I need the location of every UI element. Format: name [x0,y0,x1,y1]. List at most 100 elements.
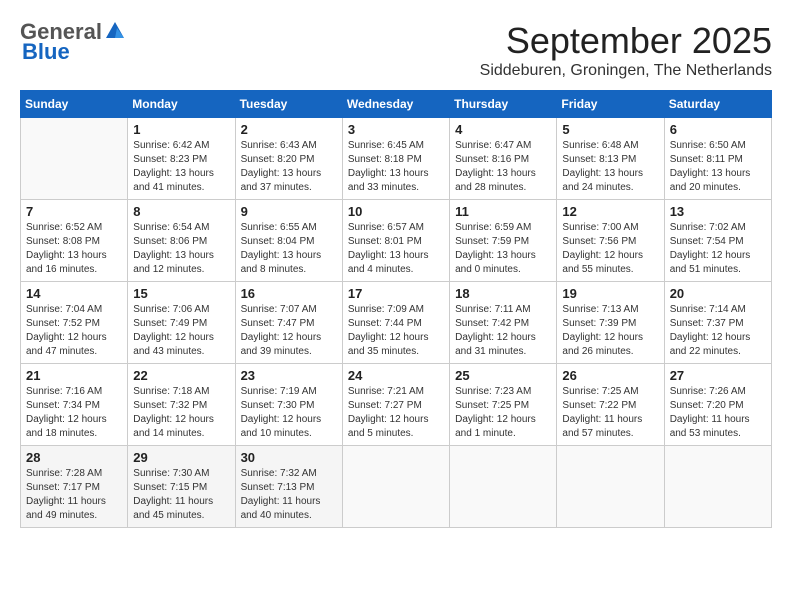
calendar-cell: 23Sunrise: 7:19 AM Sunset: 7:30 PM Dayli… [235,364,342,446]
weekday-header-monday: Monday [128,91,235,118]
calendar-cell: 17Sunrise: 7:09 AM Sunset: 7:44 PM Dayli… [342,282,449,364]
day-number: 18 [455,286,551,301]
day-number: 15 [133,286,229,301]
day-number: 11 [455,204,551,219]
calendar-cell [450,446,557,528]
calendar-cell: 3 Sunrise: 6:45 AM Sunset: 8:18 PM Daylig… [342,118,449,200]
day-info: Sunrise: 6:42 AM Sunset: 8:23 PM Dayligh… [133,139,229,195]
calendar-cell [664,446,771,528]
header: General Blue September 2025 Siddeburen, … [20,20,772,80]
calendar-cell [342,446,449,528]
day-number: 29 [133,450,229,465]
weekday-header-thursday: Thursday [450,91,557,118]
day-number: 27 [670,368,766,383]
day-number: 21 [26,368,122,383]
day-number: 26 [562,368,658,383]
calendar-cell: 8Sunrise: 6:54 AM Sunset: 8:06 PM Daylig… [128,200,235,282]
calendar-week-1: 1 Sunrise: 6:42 AM Sunset: 8:23 PM Daylig… [21,118,772,200]
day-info: Sunrise: 7:18 AM Sunset: 7:32 PM Dayligh… [133,385,229,441]
day-info: Sunrise: 6:43 AM Sunset: 8:20 PM Dayligh… [241,139,337,195]
calendar-cell: 11 Sunrise: 6:59 AM Sunset: 7:59 PM Dayli… [450,200,557,282]
day-number: 17 [348,286,444,301]
calendar-week-2: 7 Sunrise: 6:52 AM Sunset: 8:08 PM Daylig… [21,200,772,282]
weekday-header-friday: Friday [557,91,664,118]
month-year: September 2025 [480,20,772,62]
calendar-cell [557,446,664,528]
day-info: Sunrise: 7:11 AM Sunset: 7:42 PM Dayligh… [455,303,551,359]
day-info: Sunrise: 6:52 AM Sunset: 8:08 PM Dayligh… [26,221,122,277]
weekday-header-saturday: Saturday [664,91,771,118]
day-info: Sunrise: 7:06 AM Sunset: 7:49 PM Dayligh… [133,303,229,359]
day-info: Sunrise: 6:59 AM Sunset: 7:59 PM Dayligh… [455,221,551,277]
day-info: Sunrise: 7:32 AM Sunset: 7:13 PM Dayligh… [241,467,337,523]
calendar-week-4: 21 Sunrise: 7:16 AM Sunset: 7:34 PM Dayli… [21,364,772,446]
day-number: 25 [455,368,551,383]
calendar-cell: 24 Sunrise: 7:21 AM Sunset: 7:27 PM Dayli… [342,364,449,446]
calendar-cell: 13 Sunrise: 7:02 AM Sunset: 7:54 PM Dayli… [664,200,771,282]
day-number: 30 [241,450,337,465]
calendar-cell: 28 Sunrise: 7:28 AM Sunset: 7:17 PM Dayli… [21,446,128,528]
day-info: Sunrise: 7:02 AM Sunset: 7:54 PM Dayligh… [670,221,766,277]
day-info: Sunrise: 7:14 AM Sunset: 7:37 PM Dayligh… [670,303,766,359]
calendar-cell: 16Sunrise: 7:07 AM Sunset: 7:47 PM Dayli… [235,282,342,364]
day-info: Sunrise: 7:07 AM Sunset: 7:47 PM Dayligh… [241,303,337,359]
calendar-cell: 15 Sunrise: 7:06 AM Sunset: 7:49 PM Dayli… [128,282,235,364]
location: Siddeburen, Groningen, The Netherlands [480,62,772,80]
day-info: Sunrise: 7:30 AM Sunset: 7:15 PM Dayligh… [133,467,229,523]
calendar-cell: 9Sunrise: 6:55 AM Sunset: 8:04 PM Daylig… [235,200,342,282]
day-info: Sunrise: 7:21 AM Sunset: 7:27 PM Dayligh… [348,385,444,441]
day-number: 20 [670,286,766,301]
calendar-cell: 18 Sunrise: 7:11 AM Sunset: 7:42 PM Dayli… [450,282,557,364]
calendar-cell: 25 Sunrise: 7:23 AM Sunset: 7:25 PM Dayli… [450,364,557,446]
day-info: Sunrise: 7:28 AM Sunset: 7:17 PM Dayligh… [26,467,122,523]
calendar-cell: 12Sunrise: 7:00 AM Sunset: 7:56 PM Dayli… [557,200,664,282]
day-info: Sunrise: 7:13 AM Sunset: 7:39 PM Dayligh… [562,303,658,359]
day-info: Sunrise: 7:16 AM Sunset: 7:34 PM Dayligh… [26,385,122,441]
day-info: Sunrise: 7:04 AM Sunset: 7:52 PM Dayligh… [26,303,122,359]
day-number: 13 [670,204,766,219]
day-info: Sunrise: 7:25 AM Sunset: 7:22 PM Dayligh… [562,385,658,441]
weekday-header-wednesday: Wednesday [342,91,449,118]
calendar-cell: 30 Sunrise: 7:32 AM Sunset: 7:13 PM Dayli… [235,446,342,528]
day-number: 5 [562,122,658,137]
weekday-header-sunday: Sunday [21,91,128,118]
day-number: 4 [455,122,551,137]
calendar-cell: 1 Sunrise: 6:42 AM Sunset: 8:23 PM Daylig… [128,118,235,200]
calendar-cell: 6Sunrise: 6:50 AM Sunset: 8:11 PM Daylig… [664,118,771,200]
weekday-header-row: SundayMondayTuesdayWednesdayThursdayFrid… [21,91,772,118]
day-info: Sunrise: 6:54 AM Sunset: 8:06 PM Dayligh… [133,221,229,277]
calendar-cell: 10Sunrise: 6:57 AM Sunset: 8:01 PM Dayli… [342,200,449,282]
logo-blue: Blue [22,40,70,64]
calendar-cell: 2 Sunrise: 6:43 AM Sunset: 8:20 PM Daylig… [235,118,342,200]
day-number: 2 [241,122,337,137]
day-info: Sunrise: 7:23 AM Sunset: 7:25 PM Dayligh… [455,385,551,441]
calendar-cell: 20 Sunrise: 7:14 AM Sunset: 7:37 PM Dayli… [664,282,771,364]
day-number: 3 [348,122,444,137]
day-number: 19 [562,286,658,301]
day-info: Sunrise: 6:47 AM Sunset: 8:16 PM Dayligh… [455,139,551,195]
day-info: Sunrise: 6:48 AM Sunset: 8:13 PM Dayligh… [562,139,658,195]
calendar: SundayMondayTuesdayWednesdayThursdayFrid… [20,90,772,528]
day-info: Sunrise: 6:45 AM Sunset: 8:18 PM Dayligh… [348,139,444,195]
day-number: 24 [348,368,444,383]
day-number: 1 [133,122,229,137]
day-number: 6 [670,122,766,137]
calendar-week-3: 14Sunrise: 7:04 AM Sunset: 7:52 PM Dayli… [21,282,772,364]
weekday-header-tuesday: Tuesday [235,91,342,118]
calendar-cell: 22 Sunrise: 7:18 AM Sunset: 7:32 PM Dayli… [128,364,235,446]
calendar-week-5: 28 Sunrise: 7:28 AM Sunset: 7:17 PM Dayli… [21,446,772,528]
day-number: 22 [133,368,229,383]
day-number: 23 [241,368,337,383]
calendar-cell: 5 Sunrise: 6:48 AM Sunset: 8:13 PM Daylig… [557,118,664,200]
calendar-cell: 26 Sunrise: 7:25 AM Sunset: 7:22 PM Dayli… [557,364,664,446]
day-number: 9 [241,204,337,219]
calendar-cell: 27Sunrise: 7:26 AM Sunset: 7:20 PM Dayli… [664,364,771,446]
day-info: Sunrise: 6:57 AM Sunset: 8:01 PM Dayligh… [348,221,444,277]
day-number: 7 [26,204,122,219]
day-number: 12 [562,204,658,219]
calendar-cell: 7 Sunrise: 6:52 AM Sunset: 8:08 PM Daylig… [21,200,128,282]
calendar-cell: 19 Sunrise: 7:13 AM Sunset: 7:39 PM Dayli… [557,282,664,364]
logo: General Blue [20,20,126,64]
day-number: 28 [26,450,122,465]
logo-icon [104,20,126,42]
